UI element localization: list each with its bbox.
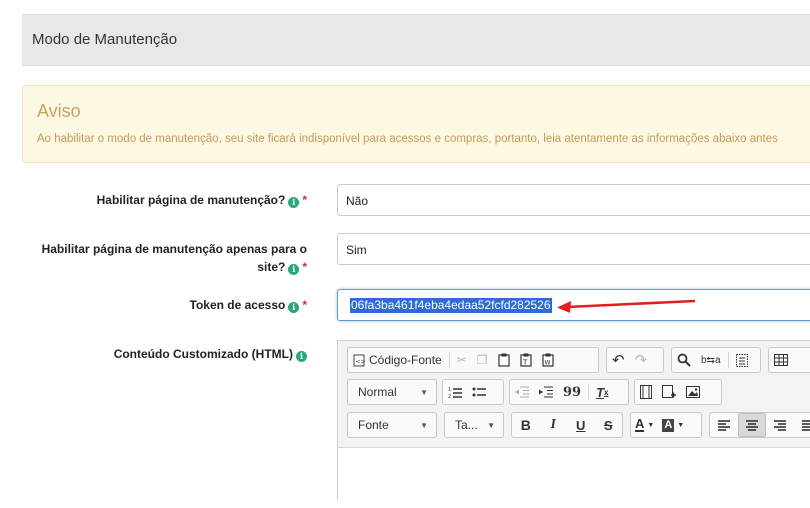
flash-icon[interactable] (635, 380, 657, 404)
chevron-down-icon: ▼ (420, 387, 428, 397)
required-mark: * (302, 260, 307, 274)
maintenance-label: Habilitar página de manutenção? i * (96, 193, 307, 208)
token-label: Token de acesso i * (189, 298, 307, 313)
source-icon: <> (353, 354, 366, 366)
align-justify-icon[interactable] (794, 413, 810, 437)
italic-button[interactable]: I (540, 413, 568, 437)
chevron-down-icon: ▼ (677, 421, 685, 429)
align-right-icon[interactable] (766, 413, 794, 437)
numbered-list-icon[interactable]: 12 (443, 380, 467, 404)
outdent-icon[interactable] (510, 380, 534, 404)
required-mark: * (302, 298, 307, 312)
align-left-icon[interactable] (710, 413, 738, 437)
maintenance-select[interactable]: Não (337, 184, 810, 216)
warning-alert: Aviso Ao habilitar o modo de manutenção,… (22, 85, 810, 163)
svg-text:1: 1 (448, 387, 451, 393)
remove-format-icon[interactable]: Tx (591, 380, 613, 404)
toolbar-group-lists: 12 (442, 379, 504, 405)
panel-header: Modo de Manutenção (22, 14, 810, 66)
paste-icon[interactable] (493, 348, 515, 372)
replace-icon[interactable]: b⇆a (696, 348, 726, 372)
select-all-icon[interactable] (731, 348, 753, 372)
site-only-select[interactable]: Sim (337, 233, 810, 265)
bg-color-button[interactable]: A ▼ (658, 413, 688, 437)
toolbar-group-find: b⇆a (671, 347, 761, 373)
info-icon[interactable]: i (288, 197, 300, 208)
chevron-down-icon: ▼ (420, 420, 428, 430)
cut-icon[interactable]: ✂ (452, 348, 472, 372)
info-icon[interactable]: i (288, 264, 300, 275)
font-select[interactable]: Fonte ▼ (347, 412, 437, 438)
toolbar-group-table (768, 347, 810, 373)
info-icon[interactable]: i (296, 351, 307, 362)
toolbar-group-undo: ↶ ↷ (606, 347, 664, 373)
paste-text-icon[interactable]: T (515, 348, 537, 372)
site-only-label-line1: Habilitar página de manutenção apenas pa… (41, 242, 307, 256)
paste-word-icon[interactable]: W (537, 348, 559, 372)
site-only-label: Habilitar página de manutenção apenas pa… (42, 240, 307, 276)
bold-button[interactable]: B (512, 413, 540, 437)
alert-title: Aviso (37, 101, 81, 121)
bulleted-list-icon[interactable] (467, 380, 491, 404)
alert-text: Ao habilitar o modo de manutenção, seu s… (37, 133, 778, 145)
underline-button[interactable]: U (567, 413, 595, 437)
site-only-label-line2: site? (257, 260, 286, 274)
svg-text:2: 2 (448, 394, 451, 399)
chevron-down-icon: ▼ (487, 420, 495, 430)
toolbar-group-basic-styles: B I U S (511, 412, 623, 438)
toolbar-group-align (709, 412, 810, 438)
site-only-value: Sim (346, 243, 367, 257)
red-arrow-annotation (557, 299, 696, 313)
maintenance-value: Não (346, 194, 369, 208)
page-title: Modo de Manutenção (32, 31, 178, 48)
insert-page-icon[interactable] (657, 380, 681, 404)
image-icon[interactable] (681, 380, 705, 404)
find-icon[interactable] (672, 348, 696, 372)
copy-icon[interactable]: ❐ (472, 348, 493, 372)
content-label: Conteúdo Customizado (HTML) i (114, 345, 307, 363)
strike-button[interactable]: S (595, 413, 623, 437)
undo-icon[interactable]: ↶ (607, 348, 630, 372)
align-center-icon[interactable] (738, 413, 766, 437)
toolbar-group-insert (634, 379, 722, 405)
info-icon[interactable]: i (288, 302, 300, 313)
required-mark: * (302, 193, 307, 207)
svg-text:T: T (522, 359, 528, 367)
svg-text:W: W (544, 360, 550, 367)
chevron-down-icon: ▼ (647, 421, 655, 429)
toolbar-group-clipboard: <> Código-Fonte ✂ ❐ T W (347, 347, 599, 373)
blockquote-icon[interactable]: 99 (558, 380, 586, 404)
redo-icon[interactable]: ↷ (630, 348, 653, 372)
text-color-button[interactable]: A ▼ (631, 413, 658, 437)
size-select[interactable]: Ta... ▼ (444, 412, 504, 438)
source-button[interactable]: <> Código-Fonte (348, 348, 447, 372)
svg-text:<>: <> (356, 358, 366, 365)
editor-content-area[interactable] (338, 447, 810, 508)
html-editor: <> Código-Fonte ✂ ❐ T W ↶ ↷ b⇆a Normal ▼… (337, 340, 810, 508)
token-value: 06fa3ba461f4eba4edaa52fcfd282526 (350, 298, 552, 313)
toolbar-group-indent: 99 Tx (509, 379, 629, 405)
indent-icon[interactable] (534, 380, 558, 404)
toolbar-group-colors: A ▼ A ▼ (630, 412, 702, 438)
format-select[interactable]: Normal ▼ (347, 379, 437, 405)
table-icon[interactable] (769, 348, 793, 372)
